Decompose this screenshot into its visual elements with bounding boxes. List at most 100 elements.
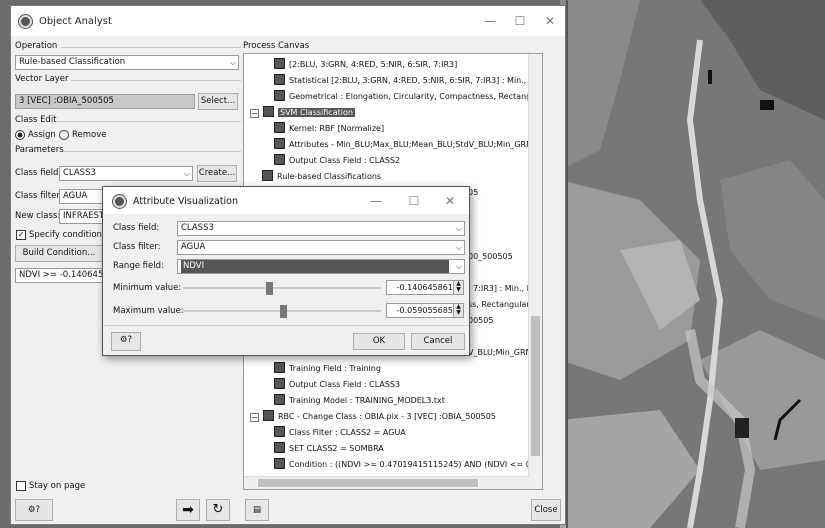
chevron-down-icon: ⌵ xyxy=(455,224,462,233)
attributes-icon xyxy=(274,138,285,149)
table-icon xyxy=(274,74,285,85)
stay-on-page-checkbox[interactable] xyxy=(16,481,26,491)
range-field-dropdown[interactable]: NDVI ⌵ xyxy=(177,259,465,274)
tree-node-selected[interactable]: − SVM Classification xyxy=(250,106,355,120)
run-button[interactable]: ➡ xyxy=(176,499,200,521)
class-edit-group-line xyxy=(57,121,241,122)
operation-dropdown[interactable]: Rule-based Classification ⌵ xyxy=(15,55,239,70)
max-value-spinner[interactable]: ▲ ▼ xyxy=(453,303,464,318)
class-filter-label: Class filter: xyxy=(15,191,63,201)
bottom-toolbar: ⚙? ➡ ↻ ▤ Close xyxy=(11,496,565,524)
close-window-button[interactable]: ✕ xyxy=(535,12,565,30)
operation-label: Operation xyxy=(15,41,58,51)
svm-icon xyxy=(263,106,274,117)
min-value-field[interactable]: -0.1406458616 xyxy=(386,280,462,295)
parameters-group-line xyxy=(63,151,241,152)
maximize-button[interactable]: ☐ xyxy=(505,12,535,30)
close-button[interactable]: Close xyxy=(531,499,561,521)
slider-thumb[interactable] xyxy=(280,305,288,318)
chevron-down-icon: ⌵ xyxy=(455,262,462,271)
tree-node[interactable]: Geometrical : Elongation, Circularity, C… xyxy=(274,90,542,104)
build-condition-button[interactable]: Build Condition... xyxy=(15,245,103,262)
minimize-button[interactable]: — xyxy=(475,12,505,30)
dialog-class-field-value: CLASS3 xyxy=(181,223,214,233)
canvas-vertical-scrollbar[interactable] xyxy=(528,54,542,489)
tree-node[interactable]: Attributes - Min_BLU;Max_BLU;Mean_BLU;St… xyxy=(274,138,532,152)
assign-label: Assign xyxy=(28,130,56,140)
tree-node[interactable]: Kernel: RBF [Normalize] xyxy=(274,122,384,136)
dialog-separator xyxy=(103,325,469,326)
specify-condition-checkbox[interactable]: ✓ xyxy=(16,230,26,240)
min-value-spinner[interactable]: ▲ ▼ xyxy=(453,280,464,295)
function-icon xyxy=(274,458,285,469)
canvas-horizontal-scrollbar[interactable] xyxy=(244,476,530,489)
remove-radio[interactable] xyxy=(59,130,69,140)
min-value-slider[interactable] xyxy=(183,282,381,295)
dialog-title-bar: Attribute Visualization — ☐ ✕ xyxy=(103,187,469,214)
vector-layer-label: Vector Layer xyxy=(15,74,69,84)
vector-layer-field: 3 [VEC] :OBIA_500505 xyxy=(15,94,195,109)
model-icon xyxy=(274,394,285,405)
dialog-title: Attribute Visualization xyxy=(133,196,238,207)
scroll-thumb[interactable] xyxy=(258,479,478,487)
operation-value: Rule-based Classification xyxy=(19,57,126,67)
tree-node[interactable]: Condition : ((NDVI >= 0.47019415115245) … xyxy=(274,458,542,472)
tree-node[interactable]: Training Field : Training xyxy=(274,362,381,376)
output-icon xyxy=(274,154,285,165)
window-title: Object Analyst xyxy=(39,16,112,27)
redo-button[interactable]: ↻ xyxy=(206,499,230,521)
ok-button[interactable]: OK xyxy=(353,333,405,350)
class-field-value: CLASS3 xyxy=(63,168,96,178)
tree-node[interactable]: − RBC - Change Class : OBIA.pix - 3 [VEC]… xyxy=(250,410,496,424)
dialog-maximize-button[interactable]: ☐ xyxy=(399,192,429,210)
tree-node[interactable]: Statistical [2:BLU, 3:GRN, 4:RED, 5:NIR,… xyxy=(274,74,542,88)
dialog-class-filter-dropdown[interactable]: AGUA ⌵ xyxy=(177,240,465,255)
help-icon: ⚙? xyxy=(27,505,41,515)
help-icon: ⚙? xyxy=(119,335,133,345)
new-class-label: New class: xyxy=(15,211,61,221)
tree-node[interactable]: Class Filter : CLASS2 = AGUA xyxy=(274,426,406,440)
export-button[interactable]: ▤ xyxy=(245,499,269,521)
chevron-down-icon: ⌵ xyxy=(455,243,462,252)
tree-node[interactable]: SET CLASS2 = SOMBRA xyxy=(274,442,384,456)
output-icon xyxy=(274,378,285,389)
min-value-label: Minimum value: xyxy=(113,283,182,293)
tree-node[interactable]: Training Model : TRAINING_MODEL3.txt xyxy=(274,394,445,408)
select-button[interactable]: Select... xyxy=(198,93,238,110)
dialog-class-field-dropdown[interactable]: CLASS3 ⌵ xyxy=(177,221,465,236)
max-value-field[interactable]: -0.0590556859 xyxy=(386,303,462,318)
dialog-close-button[interactable]: ✕ xyxy=(435,192,465,210)
scroll-thumb[interactable] xyxy=(531,316,540,456)
tree-node[interactable]: Rule-based Classifications xyxy=(262,170,381,184)
range-field-label: Range field: xyxy=(113,261,164,271)
dialog-help-button[interactable]: ⚙? xyxy=(111,332,141,351)
help-button[interactable]: ⚙? xyxy=(15,499,53,521)
max-value-slider[interactable] xyxy=(183,305,381,318)
remove-label: Remove xyxy=(72,130,107,140)
tree-node[interactable]: [2:BLU, 3:GRN, 4:RED, 5:NIR, 6:SIR, 7:IR… xyxy=(274,58,457,72)
parameters-label: Parameters xyxy=(15,145,64,155)
dialog-class-filter-value: AGUA xyxy=(181,242,206,252)
set-icon xyxy=(274,442,285,453)
assign-radio[interactable] xyxy=(15,130,25,140)
cancel-button[interactable]: Cancel xyxy=(411,333,465,350)
operation-group-line xyxy=(61,47,241,48)
class-field-dropdown[interactable]: CLASS3 ⌵ xyxy=(59,166,193,181)
title-bar: Object Analyst — ☐ ✕ xyxy=(11,6,565,36)
range-field-value: NDVI xyxy=(181,260,449,273)
dialog-minimize-button[interactable]: — xyxy=(361,192,391,210)
training-icon xyxy=(274,362,285,373)
slider-thumb[interactable] xyxy=(266,282,274,295)
app-icon xyxy=(19,15,32,28)
chevron-down-icon: ⌵ xyxy=(229,58,236,67)
dialog-class-filter-label: Class filter: xyxy=(113,242,161,252)
class-edit-label: Class Edit xyxy=(15,115,57,125)
kernel-icon xyxy=(274,122,285,133)
tree-node[interactable]: Output Class Field : CLASS3 xyxy=(274,378,400,392)
create-button[interactable]: Create... xyxy=(197,165,237,182)
dialog-app-icon xyxy=(113,195,126,208)
condition-field: NDVI >= -0.1406458616 xyxy=(15,268,103,283)
tree-node[interactable]: Output Class Field : CLASS2 xyxy=(274,154,400,168)
process-canvas-label: Process Canvas xyxy=(243,41,310,51)
stay-on-page-label: Stay on page xyxy=(29,481,86,491)
